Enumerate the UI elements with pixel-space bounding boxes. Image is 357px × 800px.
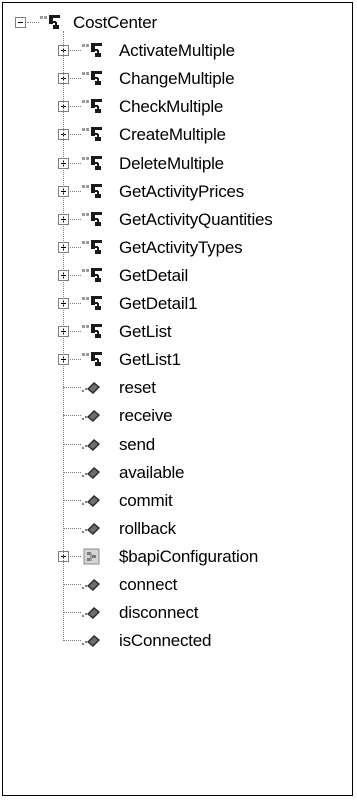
tree-node[interactable]: disconnect (3, 599, 352, 627)
tree-node-label[interactable]: commit (119, 491, 173, 511)
class-node-icon (81, 210, 103, 228)
tree-node-label[interactable]: GetList (119, 322, 172, 342)
tree-node[interactable]: isConnected (3, 627, 352, 655)
tree-connector (70, 134, 81, 136)
tree-node[interactable]: GetActivityQuantities (3, 206, 352, 234)
tree-root-node[interactable]: CostCenter (3, 9, 352, 37)
tree-connector (63, 387, 81, 389)
tree-node-label[interactable]: $bapiConfiguration (119, 547, 258, 567)
tree-connector (70, 359, 81, 361)
tree-connector (27, 22, 39, 23)
tree-node-label[interactable]: DeleteMultiple (119, 154, 224, 174)
tree-node-label[interactable]: connect (119, 575, 177, 595)
tree-node-label[interactable]: reset (119, 378, 156, 398)
method-icon (81, 463, 103, 481)
configuration-icon (81, 547, 103, 565)
tree-node-label[interactable]: CheckMultiple (119, 97, 223, 117)
tree-node-label[interactable]: GetActivityTypes (119, 238, 243, 258)
tree-connector (63, 443, 81, 445)
tree-connector (63, 612, 81, 614)
tree-vertical-connector (63, 31, 64, 642)
tree-connector (70, 190, 81, 192)
tree-node[interactable]: GetActivityTypes (3, 234, 352, 262)
tree-node[interactable]: receive (3, 402, 352, 430)
tree-node[interactable]: connect (3, 571, 352, 599)
tree-node-label[interactable]: available (119, 463, 185, 483)
method-icon (81, 378, 103, 396)
tree-node-label[interactable]: GetActivityPrices (119, 182, 244, 202)
tree-node[interactable]: CheckMultiple (3, 93, 352, 121)
class-node-icon (39, 13, 61, 31)
tree-connector (70, 246, 81, 248)
method-icon (81, 631, 103, 649)
tree-node-label[interactable]: GetDetail (119, 266, 188, 286)
tree-connector (63, 640, 81, 642)
tree-node-label[interactable]: isConnected (119, 631, 212, 651)
tree-connector (70, 274, 81, 276)
tree-node[interactable]: GetDetail1 (3, 290, 352, 318)
method-icon (81, 491, 103, 509)
tree-node[interactable]: ActivateMultiple (3, 37, 352, 65)
tree-connector (63, 499, 81, 501)
class-node-icon (81, 182, 103, 200)
class-node-icon (81, 238, 103, 256)
tree-node[interactable]: GetList1 (3, 346, 352, 374)
class-node-icon (81, 69, 103, 87)
class-node-icon (81, 266, 103, 284)
tree-node-label[interactable]: rollback (119, 519, 176, 539)
tree-connector (70, 78, 81, 80)
tree-node-label[interactable]: ChangeMultiple (119, 69, 235, 89)
tree-node[interactable]: available (3, 459, 352, 487)
tree-connector (70, 50, 81, 52)
class-node-icon (81, 350, 103, 368)
tree-connector (70, 162, 81, 164)
tree-node[interactable]: GetActivityPrices (3, 178, 352, 206)
tree-node[interactable]: GetList (3, 318, 352, 346)
object-tree: CostCenter ActivateMultiple ChangeMultiple… (3, 3, 352, 795)
tree-node[interactable]: reset (3, 374, 352, 402)
method-icon (81, 435, 103, 453)
tree-connector (70, 555, 81, 557)
class-node-icon (81, 97, 103, 115)
tree-node-label[interactable]: CreateMultiple (119, 125, 226, 145)
tree-connector (63, 415, 81, 417)
tree-panel: CostCenter ActivateMultiple ChangeMultiple… (2, 2, 353, 796)
tree-node-label[interactable]: disconnect (119, 603, 198, 623)
tree-node-label[interactable]: CostCenter (73, 13, 157, 33)
tree-connector (63, 471, 81, 473)
tree-connector (63, 527, 81, 529)
tree-node-label[interactable]: GetActivityQuantities (119, 210, 273, 230)
method-icon (81, 575, 103, 593)
tree-node[interactable]: CreateMultiple (3, 121, 352, 149)
collapse-icon[interactable] (15, 17, 26, 28)
tree-node[interactable]: send (3, 431, 352, 459)
tree-node[interactable]: GetDetail (3, 262, 352, 290)
tree-node-label[interactable]: ActivateMultiple (119, 41, 235, 61)
tree-connector (70, 331, 81, 333)
class-node-icon (81, 154, 103, 172)
class-node-icon (81, 294, 103, 312)
tree-node[interactable]: DeleteMultiple (3, 150, 352, 178)
tree-connector (70, 218, 81, 220)
tree-node-label[interactable]: GetDetail1 (119, 294, 198, 314)
method-icon (81, 406, 103, 424)
tree-node[interactable]: rollback (3, 515, 352, 543)
class-node-icon (81, 322, 103, 340)
tree-connector (70, 303, 81, 304)
tree-node[interactable]: $bapiConfiguration (3, 543, 352, 571)
class-node-icon (81, 125, 103, 143)
class-node-icon (81, 41, 103, 59)
tree-node-label[interactable]: send (119, 435, 155, 455)
tree-node-label[interactable]: receive (119, 406, 173, 426)
tree-node[interactable]: ChangeMultiple (3, 65, 352, 93)
tree-connector (63, 584, 81, 585)
tree-node-label[interactable]: GetList1 (119, 350, 181, 370)
tree-connector (70, 106, 81, 108)
tree-node[interactable]: commit (3, 487, 352, 515)
method-icon (81, 519, 103, 537)
method-icon (81, 603, 103, 621)
